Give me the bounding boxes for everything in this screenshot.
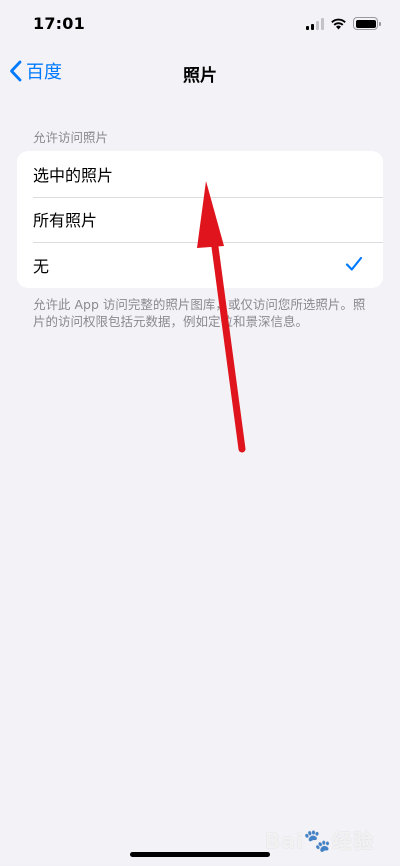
status-icons [306,17,381,30]
cellular-signal-icon [306,17,324,30]
checkmark-icon [345,257,363,271]
option-label: 选中的照片 [33,165,114,185]
watermark-logo: Bai🐾经验 [264,829,374,854]
status-bar: 17:01 [0,0,400,50]
photo-access-options: 选中的照片 所有照片 无 [17,151,383,288]
page-title: 照片 [183,66,217,86]
section-footer: 允许此 App 访问完整的照片图库，或仅访问您所选照片。照片的访问权限包括元数据… [33,297,366,329]
battery-icon [353,17,381,30]
option-selected-photos[interactable]: 选中的照片 [17,151,383,197]
wifi-icon [331,18,346,30]
navigation-bar: 百度 照片 [0,50,400,94]
home-indicator[interactable] [130,852,270,857]
section-header: 允许访问照片 [33,130,109,145]
option-none[interactable]: 无 [17,242,383,288]
option-label: 所有照片 [33,211,98,231]
status-time: 17:01 [33,14,85,33]
option-label: 无 [33,257,50,277]
option-all-photos[interactable]: 所有照片 [17,196,383,243]
